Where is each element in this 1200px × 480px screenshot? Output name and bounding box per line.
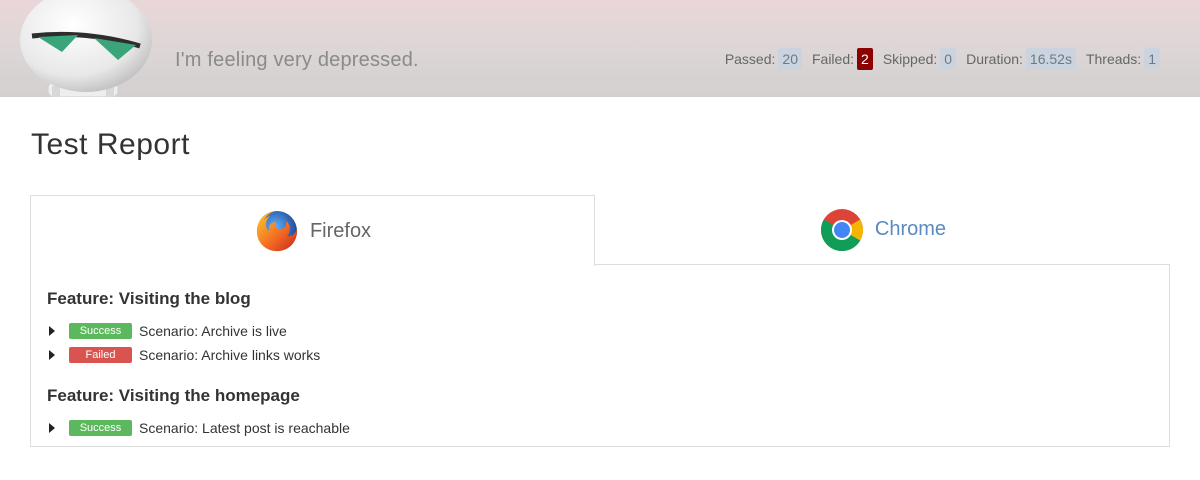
robot-mascot-icon bbox=[20, 0, 152, 97]
tab-firefox[interactable]: Firefox bbox=[30, 195, 595, 266]
expand-caret-icon[interactable] bbox=[49, 326, 55, 336]
failed-count: 2 bbox=[857, 48, 873, 70]
threads-label: Threads: bbox=[1085, 51, 1142, 67]
status-badge: Success bbox=[69, 323, 132, 339]
expand-caret-icon[interactable] bbox=[49, 350, 55, 360]
feature-title: Feature: Visiting the homepage bbox=[47, 386, 300, 405]
firefox-icon bbox=[256, 211, 298, 252]
stats-bar: Passed: 20 Failed: 2 Skipped: 0 Duration… bbox=[725, 48, 1160, 70]
failed-label: Failed: bbox=[811, 51, 855, 67]
scenario-name: Scenario: Latest post is reachable bbox=[139, 420, 350, 436]
tagline: I'm feeling very depressed. bbox=[175, 49, 419, 71]
scenario-name: Scenario: Archive is live bbox=[139, 323, 287, 339]
skipped-count: 0 bbox=[940, 48, 957, 70]
feature-title: Feature: Visiting the blog bbox=[47, 289, 251, 308]
skipped-label: Skipped: bbox=[882, 51, 938, 67]
chrome-icon bbox=[820, 208, 863, 251]
expand-caret-icon[interactable] bbox=[49, 423, 55, 433]
tab-chrome-label: Chrome bbox=[874, 218, 947, 240]
duration-label: Duration: bbox=[966, 51, 1023, 67]
passed-count: 20 bbox=[778, 48, 802, 70]
scenario-row[interactable]: Success Scenario: Archive is live bbox=[47, 323, 287, 339]
scenario-row[interactable]: Failed Scenario: Archive links works bbox=[47, 347, 320, 363]
tab-chrome[interactable]: Chrome bbox=[595, 195, 1170, 264]
browser-tabs: Firefox Chrome bbox=[30, 195, 1170, 266]
firefox-results-panel: Feature: Visiting the blog Success Scena… bbox=[30, 264, 1170, 447]
page-title: Test Report bbox=[31, 128, 190, 161]
scenario-row[interactable]: Success Scenario: Latest post is reachab… bbox=[47, 420, 350, 436]
scenario-name: Scenario: Archive links works bbox=[139, 347, 321, 363]
duration-value: 16.52s bbox=[1025, 48, 1076, 70]
status-badge: Success bbox=[69, 420, 132, 436]
status-badge: Failed bbox=[69, 347, 132, 363]
tab-firefox-label: Firefox bbox=[309, 219, 372, 242]
threads-count: 1 bbox=[1144, 48, 1160, 70]
passed-label: Passed: bbox=[724, 51, 776, 67]
report-header: I'm feeling very depressed. Passed: 20 F… bbox=[0, 0, 1200, 97]
